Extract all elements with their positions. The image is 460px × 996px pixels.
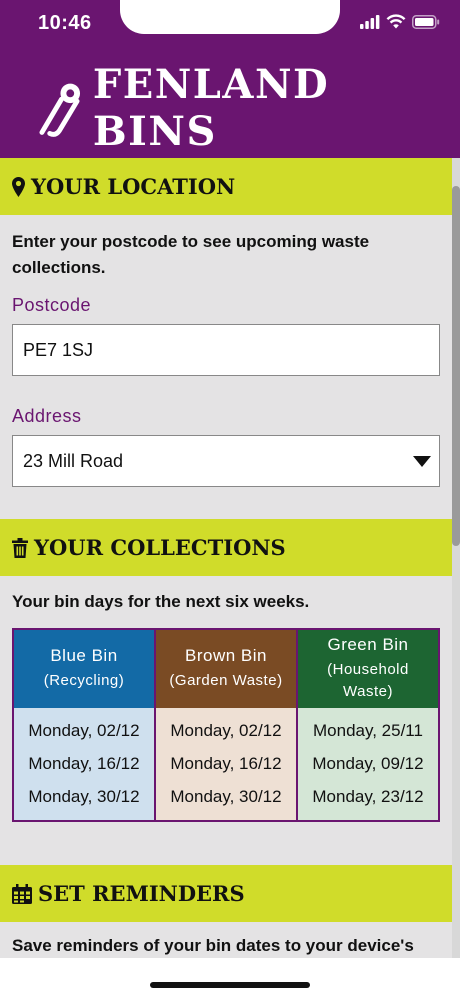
address-select[interactable]: 23 Mill Road bbox=[12, 435, 440, 487]
location-intro: Enter your postcode to see upcoming wast… bbox=[12, 232, 370, 277]
app-title: FENLAND BINS bbox=[92, 61, 330, 155]
battery-icon bbox=[412, 14, 440, 29]
bin-dates-blue: Monday, 02/12 Monday, 16/12 Monday, 30/1… bbox=[14, 708, 154, 820]
bin-header-green: Green Bin (Household Waste) bbox=[298, 630, 438, 708]
app-brand: FENLAND BINS bbox=[38, 61, 460, 155]
location-heading: YOUR LOCATION bbox=[0, 158, 452, 215]
status-bar: 10:46 bbox=[0, 0, 460, 50]
scrollbar[interactable] bbox=[452, 158, 460, 996]
bin-column-brown: Brown Bin (Garden Waste) Monday, 02/12 M… bbox=[156, 630, 298, 820]
wifi-icon bbox=[386, 14, 406, 29]
status-time: 10:46 bbox=[38, 12, 92, 34]
collection-date: Monday, 16/12 bbox=[28, 753, 140, 773]
app-header: 10:46 FENLAND BINS bbox=[0, 0, 460, 158]
collection-date: Monday, 16/12 bbox=[170, 753, 282, 773]
collection-date: Monday, 30/12 bbox=[28, 787, 140, 807]
bottom-safe-area bbox=[0, 958, 460, 996]
caret-down-icon bbox=[413, 456, 431, 467]
collection-date: Monday, 09/12 bbox=[312, 753, 424, 773]
bin-table: Blue Bin (Recycling) Monday, 02/12 Monda… bbox=[12, 628, 440, 822]
address-selected-value: 23 Mill Road bbox=[23, 450, 124, 471]
reminders-intro: Save reminders of your bin dates to your… bbox=[12, 936, 414, 955]
bin-type: (Recycling) bbox=[43, 672, 125, 689]
bin-type: (Household Waste) bbox=[327, 661, 409, 700]
device-notch bbox=[120, 0, 340, 34]
collection-date: Monday, 23/12 bbox=[312, 787, 424, 807]
bin-name: Brown Bin bbox=[185, 646, 267, 665]
scrollbar-thumb[interactable] bbox=[452, 186, 460, 546]
pin-icon bbox=[12, 176, 25, 197]
collection-date: Monday, 30/12 bbox=[170, 787, 282, 807]
collections-section: YOUR COLLECTIONS Your bin days for the n… bbox=[0, 519, 452, 865]
calendar-icon bbox=[12, 883, 32, 904]
reminders-title: SET REMINDERS bbox=[38, 881, 245, 906]
location-title: YOUR LOCATION bbox=[31, 174, 236, 199]
collections-title: YOUR COLLECTIONS bbox=[34, 535, 286, 560]
location-section: YOUR LOCATION Enter your postcode to see… bbox=[0, 158, 452, 519]
collections-heading: YOUR COLLECTIONS bbox=[0, 519, 452, 576]
reminders-section: SET REMINDERS Save reminders of your bin… bbox=[0, 865, 452, 956]
collection-date: Monday, 02/12 bbox=[170, 720, 282, 740]
bin-header-blue: Blue Bin (Recycling) bbox=[14, 630, 154, 708]
address-label: Address bbox=[12, 406, 82, 426]
postcode-input[interactable] bbox=[12, 324, 440, 376]
collection-date: Monday, 25/11 bbox=[313, 720, 423, 740]
bin-column-blue: Blue Bin (Recycling) Monday, 02/12 Monda… bbox=[14, 630, 156, 820]
main-content[interactable]: YOUR LOCATION Enter your postcode to see… bbox=[0, 158, 452, 996]
bin-name: Green Bin bbox=[327, 635, 409, 654]
bin-dates-green: Monday, 25/11 Monday, 09/12 Monday, 23/1… bbox=[298, 708, 438, 820]
signal-icon bbox=[360, 14, 380, 29]
collections-intro: Your bin days for the next six weeks. bbox=[12, 592, 310, 611]
reminders-heading: SET REMINDERS bbox=[0, 865, 452, 922]
bin-header-brown: Brown Bin (Garden Waste) bbox=[156, 630, 296, 708]
collection-date: Monday, 02/12 bbox=[28, 720, 140, 740]
bin-name: Blue Bin bbox=[50, 646, 118, 665]
home-indicator[interactable] bbox=[150, 982, 310, 988]
bin-type: (Garden Waste) bbox=[169, 672, 283, 689]
safety-pin-logo-icon bbox=[39, 83, 81, 137]
status-icons bbox=[360, 14, 440, 29]
postcode-label: Postcode bbox=[12, 295, 92, 315]
bin-column-green: Green Bin (Household Waste) Monday, 25/1… bbox=[298, 630, 438, 820]
bin-dates-brown: Monday, 02/12 Monday, 16/12 Monday, 30/1… bbox=[156, 708, 296, 820]
trash-icon bbox=[12, 537, 28, 558]
